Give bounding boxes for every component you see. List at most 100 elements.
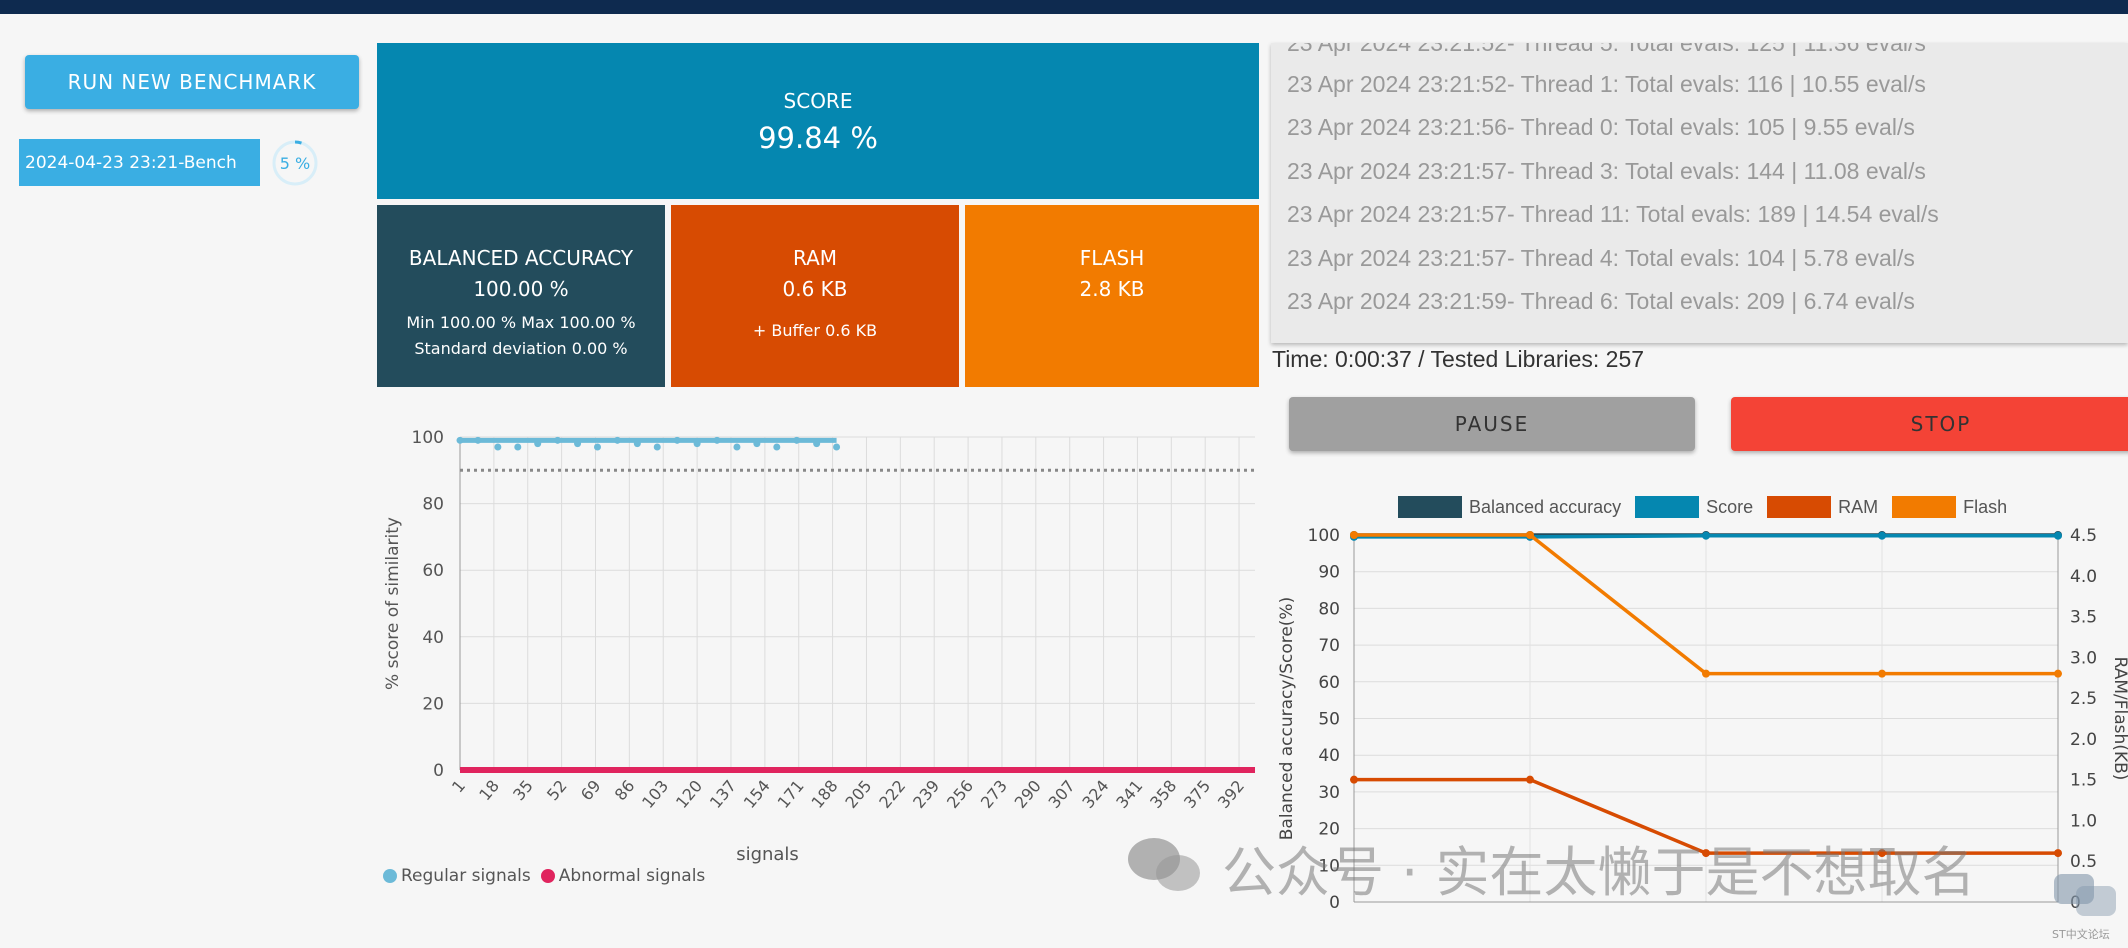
top-navbar xyxy=(0,0,2128,14)
regular-point xyxy=(534,440,542,448)
abnormal-dot-icon xyxy=(540,869,555,883)
y-tick-label: 0 xyxy=(433,761,444,781)
x-tick-label: 137 xyxy=(706,776,740,812)
legend-flash: Flash xyxy=(1892,496,2007,518)
y-tick-label: 90 xyxy=(1318,563,1340,583)
similarity-chart: 0 20 40 60 80 100 1 18 35 52 69 86 103 120 137 154 171 18… xyxy=(383,428,1255,865)
log-line: 23 Apr 2024 23:21:57- Thread 3: Total ev… xyxy=(1287,158,1926,184)
log-line: 23 Apr 2024 23:21:52- Thread 1: Total ev… xyxy=(1287,71,1926,97)
x-tick-label: 375 xyxy=(1180,776,1214,812)
regular-point xyxy=(574,440,582,448)
benchmark-item[interactable]: 2024-04-23 23:21-Bench xyxy=(19,139,260,186)
x-tick-label: 324 xyxy=(1078,776,1112,812)
log-line: 23 Apr 2024 23:21:57- Thread 4: Total ev… xyxy=(1287,245,1915,271)
x-tick-label: 205 xyxy=(841,776,875,812)
y2-tick-label: 1.0 xyxy=(2070,811,2097,831)
stop-button[interactable]: STOP xyxy=(1731,397,2128,451)
regular-point xyxy=(833,443,841,451)
balanced-accuracy-tile: BALANCED ACCURACY 100.00 % Min 100.00 % … xyxy=(377,205,665,387)
x-tick-label: 86 xyxy=(611,776,639,804)
x-tick-label: 239 xyxy=(909,776,943,812)
y-tick-label: 60 xyxy=(422,561,444,581)
score-tile: SCORE 99.84 % xyxy=(377,43,1259,199)
legend-ram-label: RAM xyxy=(1838,496,1879,517)
x-tick-label: 188 xyxy=(807,776,841,812)
similarity-legend: Regular signals Abnormal signals xyxy=(383,866,715,886)
legend-balanced-label: Balanced accuracy xyxy=(1469,496,1622,517)
x-tick-label: 18 xyxy=(475,776,503,804)
series-point xyxy=(1702,669,1710,678)
progress-label: 5 % xyxy=(279,153,311,173)
regular-point xyxy=(474,436,482,444)
y2-tick-label: 4.5 xyxy=(2070,526,2097,546)
x-tick-label: 120 xyxy=(672,776,706,812)
y-tick-label: 40 xyxy=(1318,746,1340,766)
series-point xyxy=(1702,531,1710,540)
regular-point xyxy=(753,440,761,448)
x-tick-label: 171 xyxy=(774,776,808,812)
regular-point xyxy=(554,436,562,444)
x-tick-label: 273 xyxy=(977,776,1011,812)
ram-value: 0.6 KB xyxy=(782,277,848,301)
y-tick-label: 50 xyxy=(1318,710,1340,730)
x-tick-label: 35 xyxy=(509,776,537,804)
x-tick-label: 1 xyxy=(448,776,469,796)
y-tick-label: 30 xyxy=(1318,783,1340,803)
y-tick-label: 100 xyxy=(412,428,444,448)
y-tick-label: 70 xyxy=(1318,636,1340,656)
series-point xyxy=(2054,669,2062,678)
legend-abnormal: Abnormal signals xyxy=(540,866,706,886)
log-panel[interactable]: 23 Apr 2024 23:21:52- Thread 5: Total ev… xyxy=(1271,43,2128,343)
flash-tile: FLASH 2.8 KB xyxy=(965,205,1259,387)
x-tick-label: 154 xyxy=(740,776,774,812)
regular-point xyxy=(593,443,601,451)
x-tick-label: 52 xyxy=(543,776,571,804)
balanced-accuracy-minmax: Min 100.00 % Max 100.00 % xyxy=(406,313,636,332)
metrics-legend: Balanced accuracy Score RAM Flash xyxy=(1398,496,2021,518)
y-tick-label: 80 xyxy=(422,495,444,515)
balanced-accuracy-label: BALANCED ACCURACY xyxy=(408,246,634,270)
series-point xyxy=(1350,531,1358,539)
legend-ram: RAM xyxy=(1767,496,1878,518)
x-tick-label: 290 xyxy=(1011,776,1045,812)
balanced-accuracy-std: Standard deviation 0.00 % xyxy=(414,339,628,358)
y2-tick-label: 3.0 xyxy=(2070,648,2097,668)
x-tick-label: 103 xyxy=(638,776,672,812)
ram-buffer: + Buffer 0.6 KB xyxy=(752,321,878,340)
flash-swatch xyxy=(1892,496,1957,518)
score-value: 99.84 % xyxy=(758,121,878,155)
legend-balanced: Balanced accuracy xyxy=(1398,496,1621,518)
x-tick-label: 341 xyxy=(1112,776,1146,812)
x-tick-label: 222 xyxy=(875,776,909,812)
regular-point xyxy=(693,440,701,448)
x-tick-label: 307 xyxy=(1045,776,1079,812)
series-point xyxy=(2054,531,2062,540)
series-point xyxy=(1526,775,1534,784)
regular-point xyxy=(613,436,621,444)
pause-button[interactable]: PAUSE xyxy=(1289,397,1695,451)
score-label: SCORE xyxy=(783,89,853,113)
regular-point xyxy=(793,436,801,444)
regular-point xyxy=(653,443,661,451)
score-swatch xyxy=(1635,496,1700,518)
legend-regular: Regular signals xyxy=(383,866,531,886)
run-new-benchmark-button[interactable]: RUN NEW BENCHMARK xyxy=(25,55,359,109)
elapsed-time: Time: 0:00:37 / Tested Libraries: 257 xyxy=(1272,346,1645,372)
y2-tick-label: 2.0 xyxy=(2070,730,2097,750)
y-tick-label: 60 xyxy=(1318,673,1340,693)
wechat-icon xyxy=(1128,838,1200,891)
legend-abnormal-label: Abnormal signals xyxy=(558,866,706,886)
series-point xyxy=(1526,531,1534,539)
regular-point xyxy=(773,443,781,451)
legend-regular-label: Regular signals xyxy=(401,866,531,886)
watermark-text: 公众号 · 实在太懒于是不想取名 xyxy=(1222,841,1976,904)
balanced-swatch xyxy=(1398,496,1462,518)
x-tick-label: 392 xyxy=(1214,776,1248,812)
y-axis-label: % score of similarity xyxy=(383,517,403,690)
balanced-accuracy-value: 100.00 % xyxy=(473,277,569,301)
legend-score: Score xyxy=(1635,496,1753,518)
benchmark-progress: 5 % xyxy=(271,139,319,187)
y-tick-label: 80 xyxy=(1318,599,1340,619)
y2-tick-label: 2.5 xyxy=(2070,689,2097,709)
regular-point xyxy=(494,443,502,451)
